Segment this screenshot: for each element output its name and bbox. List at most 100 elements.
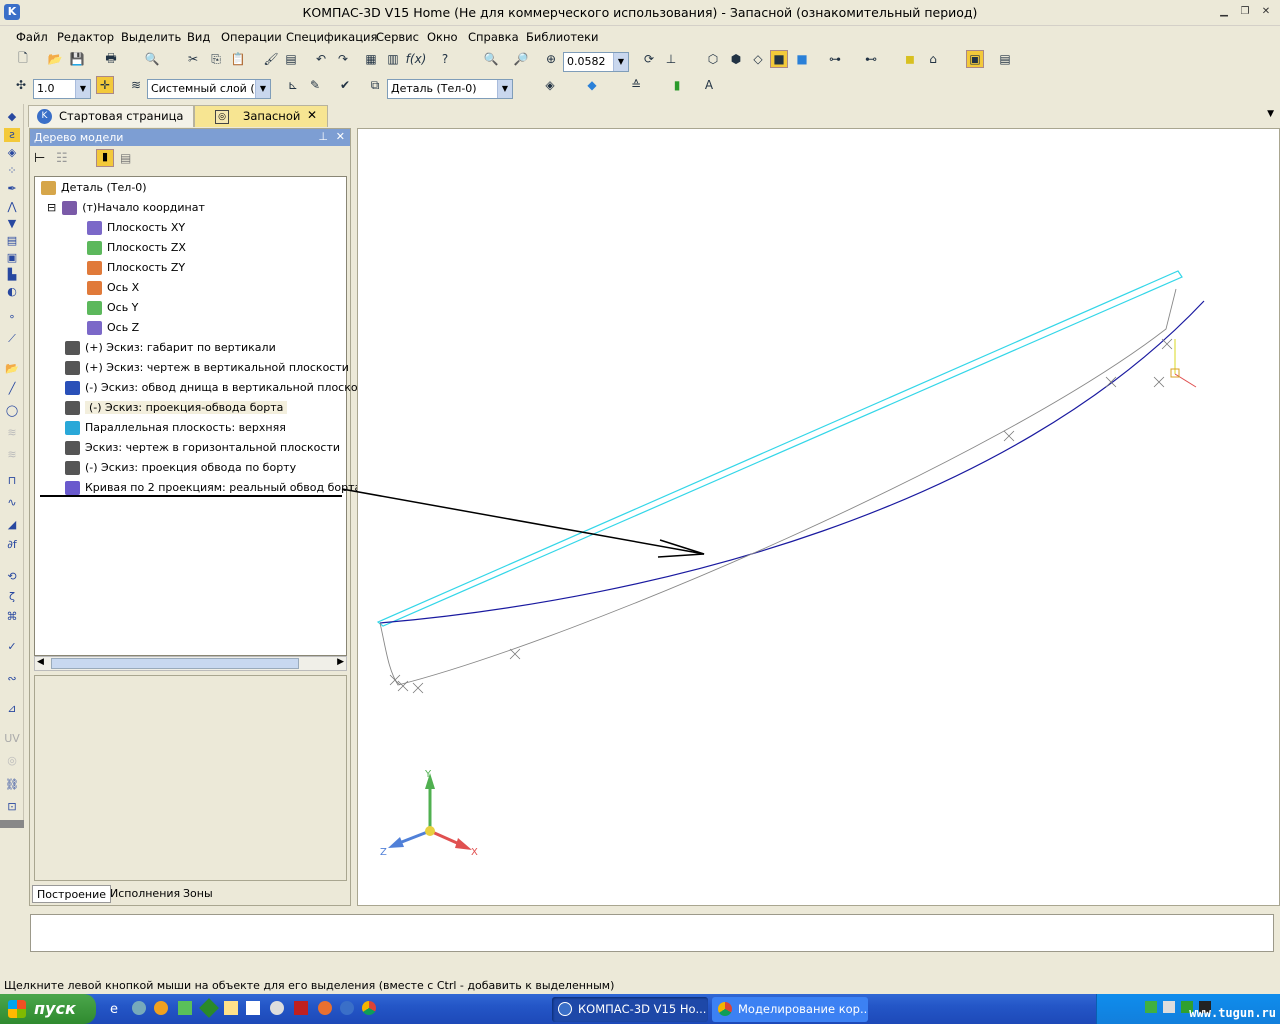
zoom-icon[interactable]: ⊕ <box>542 50 560 68</box>
project-icon[interactable]: ⊡ <box>4 800 20 814</box>
toolbar-grip[interactable] <box>0 820 24 828</box>
tree-item[interactable]: ⊟ (т)Начало координат <box>47 199 205 217</box>
tab-variants[interactable]: Исполнения <box>106 885 184 903</box>
kompas-icon[interactable] <box>340 1001 354 1015</box>
real-board-curve[interactable] <box>379 300 1205 624</box>
layer-icon[interactable]: ≋ <box>127 76 145 94</box>
tree-item[interactable]: (+) Эскиз: габарит по вертикали <box>65 339 276 357</box>
tree-mode-icon[interactable]: ▮ <box>96 149 114 167</box>
zoom-all-icon[interactable]: 🔎 <box>512 50 530 68</box>
quicklaunch-icon[interactable] <box>132 1001 146 1015</box>
tree-item[interactable]: Деталь (Тел-0) <box>41 179 147 197</box>
trim-icon[interactable]: ✓ <box>4 640 20 654</box>
mcx-icon[interactable]: ▮ <box>668 76 686 94</box>
parametrize-icon[interactable]: ✔ <box>336 76 354 94</box>
properties-icon[interactable]: 🖌 <box>262 50 280 68</box>
chain-icon[interactable]: ⛓ <box>4 778 20 792</box>
wireframe-icon[interactable]: ⬡ <box>704 50 722 68</box>
notepad-icon[interactable] <box>224 1001 238 1015</box>
tree-toggle-icon[interactable]: ▣ <box>966 50 984 68</box>
tree-item[interactable]: Ось Z <box>87 319 139 337</box>
close-button[interactable]: ✕ <box>1258 5 1274 20</box>
circle-icon[interactable]: ◯ <box>4 404 20 418</box>
open-folder-icon[interactable]: 📂 <box>4 362 20 376</box>
quicklaunch-icon[interactable] <box>294 1001 308 1015</box>
surfaces-tool-icon[interactable]: ◈ <box>4 146 20 160</box>
component-icon[interactable]: ⧉ <box>366 76 384 94</box>
shaded-icon[interactable]: ■ <box>793 50 811 68</box>
tree-item[interactable]: Кривая по 2 проекциям: реальный обвод бо… <box>65 479 361 497</box>
quicklaunch-icon[interactable] <box>246 1001 260 1015</box>
task-kompas[interactable]: КОМПАС-3D V15 Но... <box>552 997 708 1022</box>
curves-tool-icon[interactable]: ƨ <box>4 128 20 142</box>
edit-tool-icon[interactable]: ▙ <box>4 268 20 282</box>
layer-select[interactable]: Системный слой (0) ▼ <box>147 79 271 99</box>
projection-sketch-line[interactable] <box>379 288 1177 686</box>
color-icon[interactable]: ◈ <box>541 76 559 94</box>
snap-icon[interactable]: ⊷ <box>862 50 880 68</box>
tree-item[interactable]: Плоскость ZX <box>87 239 186 257</box>
menu-operations[interactable]: Операции <box>221 30 282 44</box>
ie-icon[interactable]: e <box>110 1002 118 1017</box>
tree-item[interactable]: (-) Эскиз: проекция обвода по борту <box>65 459 296 477</box>
function-icon[interactable]: f(x) <box>406 50 427 68</box>
restore-button[interactable]: ❐ <box>1237 5 1253 20</box>
close-panel-icon[interactable]: ✕ <box>336 130 345 143</box>
blender-icon[interactable] <box>318 1001 332 1015</box>
filter-tool-icon[interactable]: ▼ <box>4 217 20 231</box>
scene-canvas[interactable]: Y X Z <box>358 129 1279 905</box>
snap-point-icon[interactable]: ✣ <box>12 76 30 94</box>
home-icon[interactable]: ⌂ <box>924 50 942 68</box>
preview-icon[interactable]: 🔍 <box>143 50 161 68</box>
close-tab-icon[interactable]: ✕ <box>307 108 317 122</box>
edit-in-place-icon[interactable]: ✎ <box>306 76 324 94</box>
collapse-icon[interactable]: ⊟ <box>47 201 56 214</box>
tray-icon[interactable] <box>1163 1001 1175 1013</box>
tray-icon[interactable] <box>1145 1001 1157 1013</box>
start-button[interactable]: пуск <box>0 994 96 1024</box>
surface-icon[interactable]: ◢ <box>4 518 20 532</box>
layers-icon[interactable]: ≙ <box>627 76 645 94</box>
scroll-left-icon[interactable]: ◀ <box>37 657 44 667</box>
cube-icon[interactable]: ◼ <box>901 50 919 68</box>
tab-document[interactable]: ◎ Запасной ✕ <box>194 105 328 127</box>
zoom-scale-select[interactable]: 0.0582 ▼ <box>563 52 629 72</box>
tree-item[interactable]: (-) Эскиз: обвод днища в вертикальной пл… <box>65 379 371 397</box>
tree-view-icon[interactable]: ☷ <box>56 151 68 166</box>
scroll-right-icon[interactable]: ▶ <box>337 657 344 667</box>
point-icon[interactable]: ∘ <box>4 310 20 324</box>
library-tool-icon[interactable]: ◐ <box>4 285 20 299</box>
minimize-button[interactable]: ▁ <box>1216 5 1232 20</box>
menu-libraries[interactable]: Библиотеки <box>526 30 599 44</box>
segment-icon[interactable]: ╱ <box>4 382 20 396</box>
menu-select[interactable]: Выделить <box>121 30 181 44</box>
menu-specification[interactable]: Спецификация <box>286 30 377 44</box>
firefox-icon[interactable] <box>154 1001 168 1015</box>
thin-lines-icon[interactable]: ◇ <box>749 50 767 68</box>
pin-icon[interactable]: ⊥ <box>318 130 328 143</box>
tree-item[interactable]: Плоскость ZY <box>87 259 185 277</box>
step-select[interactable]: 1.0 ▼ <box>33 79 91 99</box>
zoom-window-icon[interactable]: 🔍 <box>482 50 500 68</box>
menu-service[interactable]: Сервис <box>376 30 419 44</box>
open-file-icon[interactable]: 📂 <box>46 50 64 68</box>
report-tool-icon[interactable]: ▣ <box>4 251 20 265</box>
curve-icon[interactable]: ⟲ <box>4 570 20 584</box>
sketch-mode-icon[interactable]: ⊾ <box>284 76 302 94</box>
tree-item[interactable]: Параллельная плоскость: верхняя <box>65 419 286 437</box>
hidden-lines-icon[interactable]: ⬢ <box>727 50 745 68</box>
part-select[interactable]: Деталь (Тел-0) ▼ <box>387 79 513 99</box>
tree-item[interactable]: Эскиз: чертеж в горизонтальной плоскости <box>65 439 340 457</box>
menu-edit[interactable]: Редактор <box>57 30 114 44</box>
panel-toggle-icon[interactable]: ▤ <box>996 50 1014 68</box>
list-icon[interactable]: ▤ <box>282 50 300 68</box>
tree-item[interactable]: (+) Эскиз: чертеж в вертикальной плоскос… <box>65 359 349 377</box>
intersection-icon[interactable]: ⌘ <box>4 610 20 624</box>
tree-structure-icon[interactable]: ⊢ <box>34 151 45 166</box>
tree-item[interactable]: Плоскость XY <box>87 219 185 237</box>
model-viewport[interactable]: Y X Z <box>357 128 1280 906</box>
menu-window[interactable]: Окно <box>427 30 458 44</box>
tree-item[interactable]: (-) Эскиз: проекция-обвода борта <box>65 399 288 417</box>
material-icon[interactable]: ◆ <box>583 76 601 94</box>
paste-icon[interactable]: 📋 <box>229 50 247 68</box>
